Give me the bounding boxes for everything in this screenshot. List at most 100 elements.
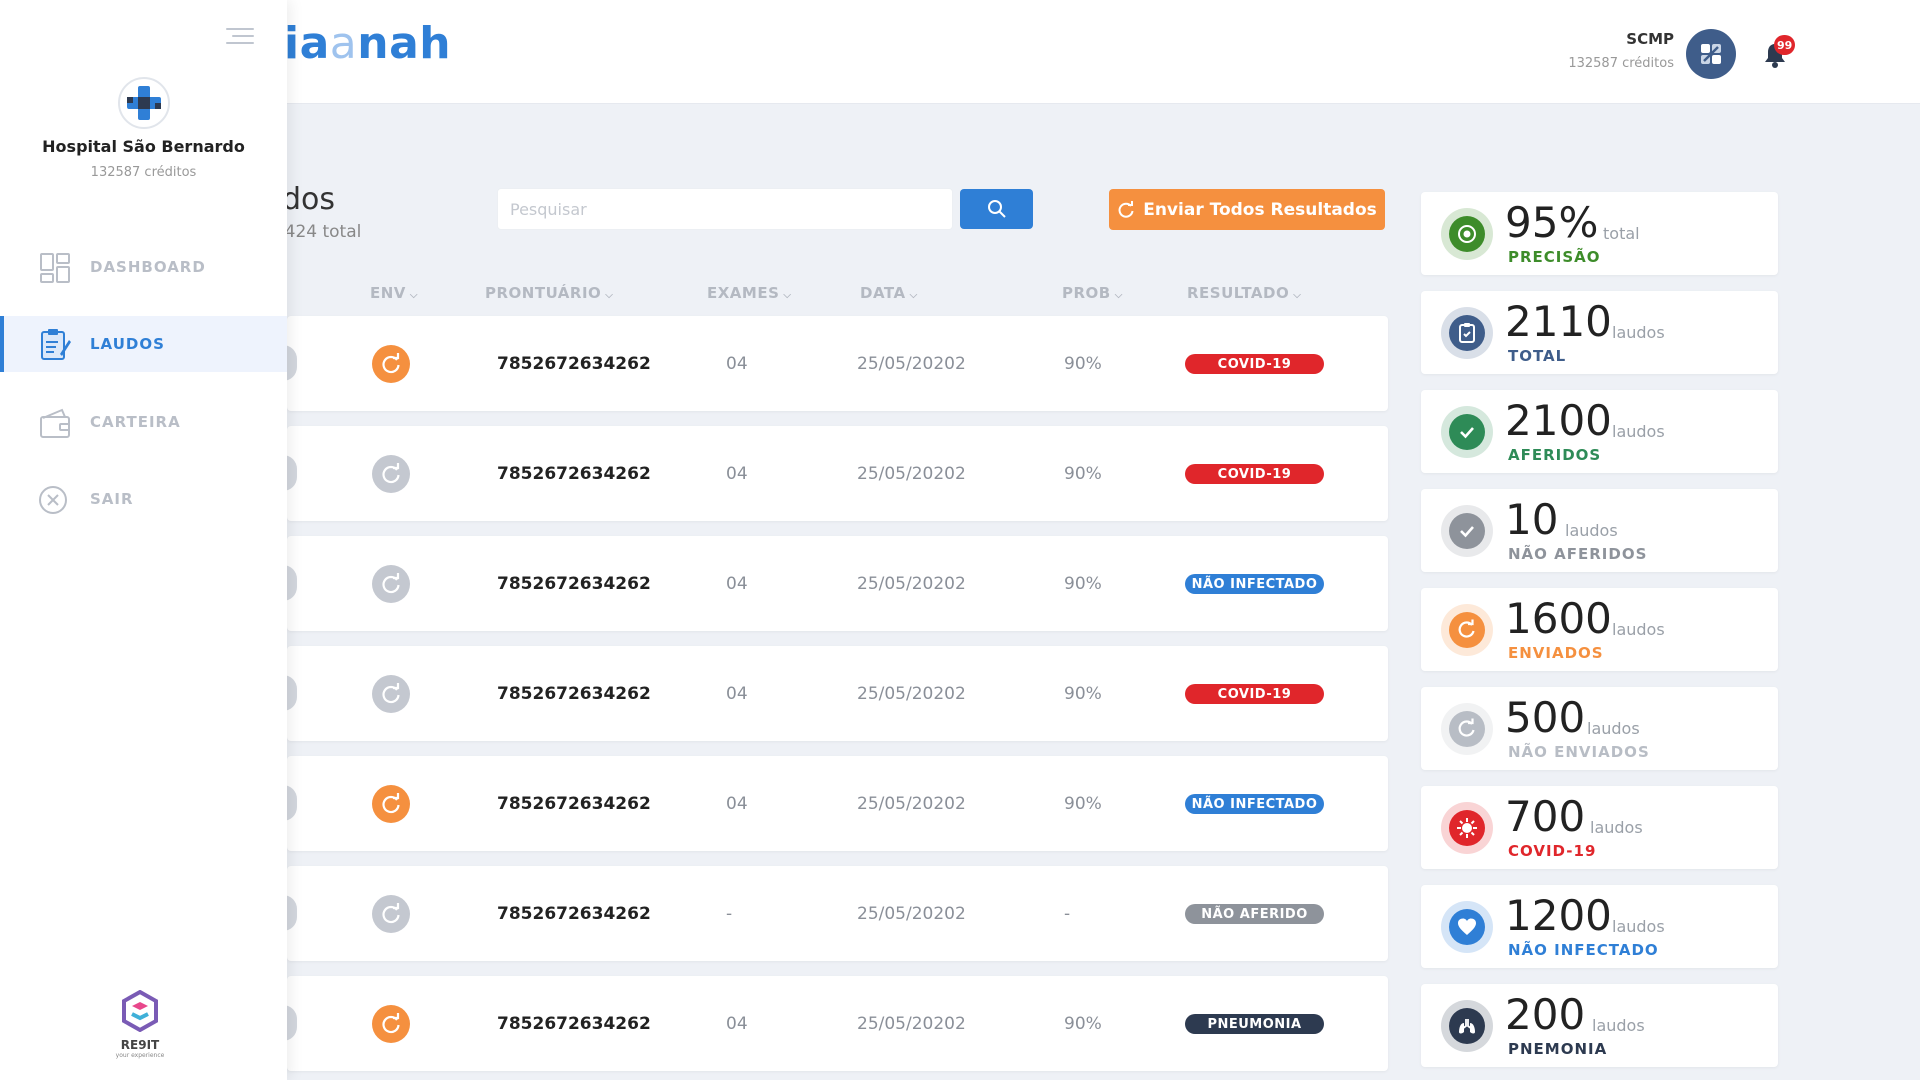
stat-value: 95% <box>1505 198 1599 247</box>
lungs-icon <box>1441 1000 1493 1052</box>
stat-unit: laudos <box>1612 422 1665 441</box>
cell-exames: 04 <box>726 574 748 594</box>
table-row[interactable]: 7852672634262 04 25/05/20202 90% COVID-19 <box>283 426 1388 521</box>
top-bar: iaanah SCMP 132587 créditos 99 <box>0 0 1920 104</box>
stat-unit: laudos <box>1612 917 1665 936</box>
result-badge: NÃO INFECTADO <box>1185 794 1324 814</box>
stat-value: 2100 <box>1505 396 1612 445</box>
nav-item-dashboard[interactable]: DASHBOARD <box>0 239 287 295</box>
col-header-data[interactable]: DATA ⌵ <box>860 284 918 302</box>
send-status-icon[interactable] <box>372 455 410 493</box>
search-button[interactable] <box>960 189 1033 229</box>
cell-prontuario: 7852672634262 <box>497 1014 651 1034</box>
cell-data: 25/05/20202 <box>857 464 966 484</box>
re9it-logo-icon <box>122 989 158 1033</box>
nav-item-sair[interactable]: SAIR <box>0 471 287 527</box>
col-header-exames[interactable]: EXAMES ⌵ <box>707 284 792 302</box>
nav-label-sair: SAIR <box>90 490 134 508</box>
stat-card[interactable]: 1600 laudos ENVIADOS <box>1421 588 1778 671</box>
result-badge: NÃO INFECTADO <box>1185 574 1324 594</box>
stat-card[interactable]: 2110 laudos TOTAL <box>1421 291 1778 374</box>
stat-value: 1200 <box>1505 891 1612 940</box>
nav-item-carteira[interactable]: CARTEIRA <box>0 394 287 450</box>
nav-item-laudos[interactable]: LAUDOS <box>0 316 287 372</box>
stat-label: AFERIDOS <box>1508 446 1602 464</box>
result-badge: PNEUMONIA <box>1185 1014 1324 1034</box>
account-avatar[interactable] <box>1686 29 1736 79</box>
send-status-icon[interactable] <box>372 565 410 603</box>
menu-icon[interactable] <box>226 28 254 44</box>
table-row[interactable]: 7852672634262 04 25/05/20202 90% PNEUMONIA <box>283 976 1388 1071</box>
hospital-credits: 132587 créditos <box>90 165 197 180</box>
send-status-icon[interactable] <box>372 785 410 823</box>
account-credits: 132587 créditos <box>1568 56 1674 71</box>
cell-prob: 90% <box>1064 794 1102 814</box>
refresh-icon <box>1441 703 1493 755</box>
heart-icon <box>1441 901 1493 953</box>
send-status-icon[interactable] <box>372 895 410 933</box>
stat-value: 200 <box>1505 990 1586 1039</box>
stat-unit: laudos <box>1612 323 1665 342</box>
col-header-prob[interactable]: PROB ⌵ <box>1062 284 1123 302</box>
account-name: SCMP <box>1626 30 1674 48</box>
stat-unit: total <box>1603 224 1640 243</box>
stat-card[interactable]: 10 laudos NÃO AFERIDOS <box>1421 489 1778 572</box>
col-header-resultado[interactable]: RESULTADO ⌵ <box>1187 284 1301 302</box>
stat-card[interactable]: 1200 laudos NÃO INFECTADO <box>1421 885 1778 968</box>
brand-logo: RE9IT your experience <box>110 989 170 1059</box>
search-icon <box>987 200 1006 218</box>
cell-data: 25/05/20202 <box>857 1014 966 1034</box>
sidebar: Hospital São Bernardo 132587 créditos DA… <box>0 0 287 1080</box>
cell-prob: 90% <box>1064 684 1102 704</box>
stat-unit: laudos <box>1587 719 1640 738</box>
cell-exames: - <box>726 904 733 924</box>
cell-prob: 90% <box>1064 1014 1102 1034</box>
stat-card[interactable]: 700 laudos COVID-19 <box>1421 786 1778 869</box>
cell-exames: 04 <box>726 794 748 814</box>
col-header-prontuario[interactable]: PRONTUÁRIO ⌵ <box>485 284 613 302</box>
stat-card[interactable]: 2100 laudos AFERIDOS <box>1421 390 1778 473</box>
table-row[interactable]: 7852672634262 04 25/05/20202 90% COVID-19 <box>283 646 1388 741</box>
stat-card[interactable]: 200 laudos PNEMONIA <box>1421 984 1778 1067</box>
result-badge: COVID-19 <box>1185 354 1324 374</box>
stat-card[interactable]: 95% total PRECISÃO <box>1421 192 1778 275</box>
result-badge: NÃO AFERIDO <box>1185 904 1324 924</box>
cell-exames: 04 <box>726 684 748 704</box>
stat-label: NÃO AFERIDOS <box>1508 545 1648 563</box>
table-row[interactable]: 7852672634262 04 25/05/20202 90% NÃO INFECTA… <box>283 756 1388 851</box>
stat-card[interactable]: 500 laudos NÃO ENVIADOS <box>1421 687 1778 770</box>
send-status-icon[interactable] <box>372 675 410 713</box>
stat-label: PRECISÃO <box>1508 248 1601 266</box>
stat-value: 500 <box>1505 693 1586 742</box>
check-icon <box>1441 406 1493 458</box>
hospital-cross-icon <box>127 86 161 120</box>
brand-name: RE9IT <box>120 1038 160 1052</box>
refresh-icon <box>1441 604 1493 656</box>
send-status-icon[interactable] <box>372 345 410 383</box>
stat-unit: laudos <box>1565 521 1618 540</box>
clipboard-icon <box>1441 307 1493 359</box>
cell-prob: 90% <box>1064 354 1102 374</box>
search-input[interactable] <box>497 188 953 230</box>
refresh-icon <box>1118 200 1134 218</box>
table-row[interactable]: 7852672634262 04 25/05/20202 90% COVID-19 <box>283 316 1388 411</box>
account-info[interactable]: SCMP 132587 créditos <box>1568 30 1674 71</box>
table-row[interactable]: 7852672634262 - 25/05/20202 - NÃO AFERIDO <box>283 866 1388 961</box>
send-status-icon[interactable] <box>372 1005 410 1043</box>
send-all-label: Enviar Todos Resultados <box>1143 199 1377 220</box>
result-badge: COVID-19 <box>1185 684 1324 704</box>
stat-value: 1600 <box>1505 594 1612 643</box>
wallet-icon <box>40 408 70 438</box>
send-all-results-button[interactable]: Enviar Todos Resultados <box>1109 189 1385 230</box>
stat-label: COVID-19 <box>1508 842 1597 860</box>
cell-prob: 90% <box>1064 464 1102 484</box>
stat-label: PNEMONIA <box>1508 1040 1608 1058</box>
stat-label: ENVIADOS <box>1508 644 1604 662</box>
cell-prob: - <box>1064 904 1071 924</box>
cell-exames: 04 <box>726 464 748 484</box>
stat-label: TOTAL <box>1508 347 1567 365</box>
table-row[interactable]: 7852672634262 04 25/05/20202 90% NÃO INFECTA… <box>283 536 1388 631</box>
cell-data: 25/05/20202 <box>857 574 966 594</box>
app-logo[interactable]: iaanah <box>284 18 451 69</box>
col-header-env[interactable]: ENV ⌵ <box>370 284 418 302</box>
